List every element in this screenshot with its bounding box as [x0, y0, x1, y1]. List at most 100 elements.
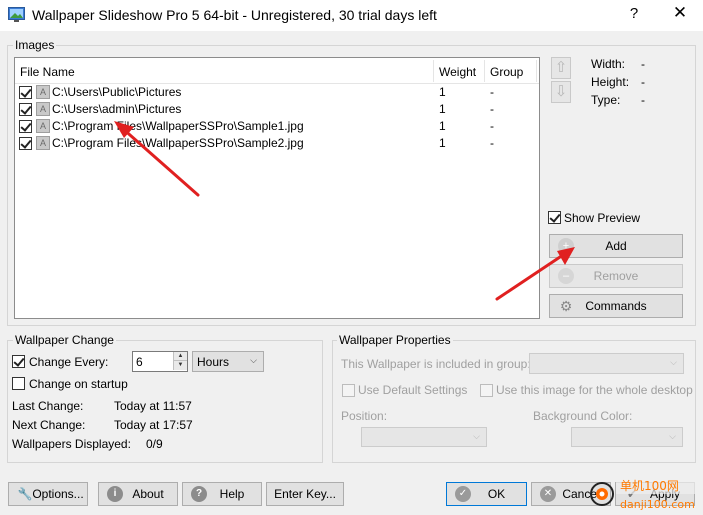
next-change-value: Today at 17:57: [114, 418, 193, 432]
chevron-down-icon: ⌵: [669, 431, 676, 441]
change-every-stepper[interactable]: 6 ▲ ▼: [132, 351, 188, 372]
wallpapers-displayed-value: 0/9: [146, 437, 163, 451]
svg-text:单机100网: 单机100网: [620, 479, 679, 493]
row-file-name: C:\Users\admin\Pictures: [52, 102, 182, 116]
cancel-x-icon: ✕: [540, 486, 556, 502]
table-row[interactable]: A C:\Users\admin\Pictures 1 -: [15, 101, 539, 118]
column-file-name[interactable]: File Name: [20, 65, 75, 79]
info-icon: i: [107, 486, 123, 502]
close-icon[interactable]: ✕: [671, 3, 689, 23]
row-weight: 1: [439, 102, 446, 116]
images-group-label: Images: [13, 38, 57, 52]
stepper-down-icon[interactable]: ▼: [173, 361, 187, 370]
interval-unit-value: Hours: [197, 355, 230, 369]
row-file-name: C:\Program Files\WallpaperSSPro\Sample2.…: [52, 136, 304, 150]
row-group: -: [490, 119, 494, 133]
chevron-down-icon: ⌵: [250, 355, 257, 365]
table-row[interactable]: A C:\Program Files\WallpaperSSPro\Sample…: [15, 118, 539, 135]
table-row[interactable]: A C:\Program Files\WallpaperSSPro\Sample…: [15, 135, 539, 152]
column-group[interactable]: Group: [490, 65, 523, 79]
change-every-checkbox[interactable]: [12, 355, 25, 368]
whole-desktop-checkbox[interactable]: [480, 384, 493, 397]
wallpapers-displayed-label: Wallpapers Displayed:: [12, 437, 131, 451]
row-checkbox[interactable]: [19, 120, 32, 133]
use-default-settings-checkbox[interactable]: [342, 384, 355, 397]
options-button-label: Options...: [32, 487, 84, 501]
stepper-up-icon[interactable]: ▲: [173, 352, 187, 361]
height-value: -: [641, 75, 645, 89]
type-label: Type:: [591, 93, 621, 107]
ok-button-label: OK: [487, 487, 506, 501]
whole-desktop-label[interactable]: Use this image for the whole desktop: [496, 383, 693, 397]
row-group: -: [490, 136, 494, 150]
move-up-button[interactable]: ⇧: [551, 57, 571, 79]
image-file-icon: A: [36, 119, 50, 133]
change-every-value: 6: [136, 355, 143, 369]
wallpaper-change-group-label: Wallpaper Change: [13, 333, 116, 347]
image-file-icon: A: [36, 102, 50, 116]
next-change-label: Next Change:: [12, 418, 86, 432]
add-button[interactable]: + Add: [549, 234, 683, 258]
position-label: Position:: [341, 409, 388, 423]
chevron-down-icon: ⌵: [473, 431, 480, 441]
width-value: -: [641, 57, 645, 71]
position-select[interactable]: ⌵: [361, 427, 487, 447]
images-list[interactable]: File Name Weight Group A C:\Users\Public…: [14, 57, 540, 319]
add-button-label: Add: [605, 239, 627, 253]
help-icon[interactable]: ?: [626, 5, 642, 22]
app-icon: [8, 7, 25, 22]
show-preview-label[interactable]: Show Preview: [564, 211, 640, 225]
help-button-label: Help: [219, 487, 245, 501]
row-group: -: [490, 102, 494, 116]
options-button[interactable]: 🔧 Options...: [8, 482, 88, 506]
commands-button-label: Commands: [585, 299, 647, 313]
move-down-button[interactable]: ⇩: [551, 81, 571, 103]
included-in-group-label: This Wallpaper is included in group:: [341, 357, 531, 371]
row-checkbox[interactable]: [19, 103, 32, 116]
type-value: -: [641, 93, 645, 107]
table-row[interactable]: A C:\Users\Public\Pictures 1 -: [15, 84, 539, 101]
arrow-up-icon: ⇧: [554, 59, 568, 76]
watermark-logo: 单机100网 danji100.com: [590, 478, 700, 511]
change-on-startup-label[interactable]: Change on startup: [29, 377, 128, 391]
background-color-label: Background Color:: [533, 409, 633, 423]
interval-unit-select[interactable]: Hours ⌵: [192, 351, 264, 372]
commands-button[interactable]: ⚙ Commands: [549, 294, 683, 318]
row-file-name: C:\Program Files\WallpaperSSPro\Sample1.…: [52, 119, 304, 133]
arrow-down-icon: ⇩: [554, 83, 568, 100]
wallpaper-properties-group-label: Wallpaper Properties: [337, 333, 453, 347]
show-preview-checkbox[interactable]: [548, 211, 561, 224]
height-label: Height:: [591, 75, 630, 89]
last-change-value: Today at 11:57: [114, 399, 192, 413]
enter-key-button[interactable]: Enter Key...: [266, 482, 344, 506]
wrench-icon: 🔧: [17, 487, 33, 501]
change-on-startup-checkbox[interactable]: [12, 377, 25, 390]
enter-key-button-label: Enter Key...: [274, 487, 336, 501]
about-button[interactable]: i About: [98, 482, 178, 506]
row-file-name: C:\Users\Public\Pictures: [52, 85, 182, 99]
use-default-settings-label[interactable]: Use Default Settings: [358, 383, 467, 397]
image-file-icon: A: [36, 85, 50, 99]
row-weight: 1: [439, 85, 446, 99]
change-every-label[interactable]: Change Every:: [29, 355, 108, 369]
checkmark-icon: ✓: [455, 486, 471, 502]
chevron-down-icon: ⌵: [670, 357, 677, 367]
svg-text:danji100.com: danji100.com: [620, 498, 695, 511]
row-checkbox[interactable]: [19, 86, 32, 99]
help-button[interactable]: ? Help: [182, 482, 262, 506]
remove-button[interactable]: – Remove: [549, 264, 683, 288]
remove-button-label: Remove: [593, 269, 639, 283]
last-change-label: Last Change:: [12, 399, 84, 413]
group-select[interactable]: ⌵: [529, 353, 684, 374]
image-file-icon: A: [36, 136, 50, 150]
width-label: Width:: [591, 57, 626, 71]
title-bar: Wallpaper Slideshow Pro 5 64-bit - Unreg…: [0, 0, 703, 31]
column-weight[interactable]: Weight: [439, 65, 476, 79]
background-color-select[interactable]: ⌵: [571, 427, 683, 447]
row-checkbox[interactable]: [19, 137, 32, 150]
row-group: -: [490, 85, 494, 99]
ok-button[interactable]: ✓ OK: [446, 482, 527, 506]
add-icon: +: [558, 238, 574, 254]
question-icon: ?: [191, 486, 207, 502]
row-weight: 1: [439, 119, 446, 133]
